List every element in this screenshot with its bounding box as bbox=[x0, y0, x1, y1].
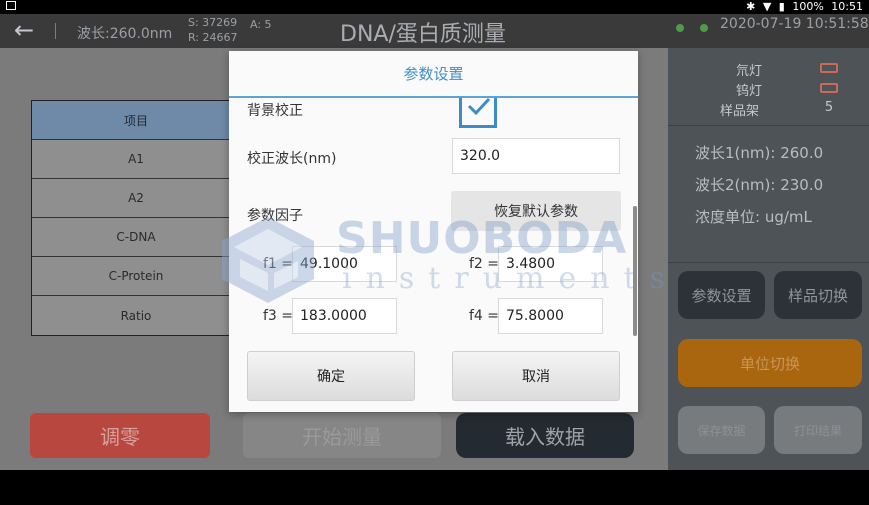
save-data-button[interactable]: 保存数据 bbox=[678, 406, 765, 454]
wavelength1-info: 波长1(nm): 260.0 bbox=[695, 144, 824, 162]
sample-holder-row: 样品架 5 bbox=[708, 100, 858, 119]
r-value: R: 24667 bbox=[188, 31, 238, 44]
sample-holder-label: 样品架 bbox=[720, 104, 760, 119]
page-title: DNA/蛋白质测量 bbox=[340, 22, 506, 47]
correction-wavelength-input[interactable]: 320.0 bbox=[452, 138, 620, 174]
wavelength-readout: 波长:260.0nm bbox=[77, 26, 173, 42]
result-table: 项目 A1 A2 C-DNA C-Protein Ratio bbox=[31, 100, 241, 336]
wifi-icon: ▼ bbox=[762, 0, 772, 13]
app-screen: ✱ ▼ ▮ 100% 10:51 ← 波长:260.0nm S: 37269 R… bbox=[0, 0, 869, 470]
ok-button[interactable]: 确定 bbox=[247, 351, 415, 401]
datetime: 2020-07-19 10:51:58 bbox=[720, 16, 869, 32]
f2-input[interactable]: 3.4800 bbox=[498, 246, 603, 282]
table-row: Ratio bbox=[32, 296, 240, 335]
sample-holder-value: 5 bbox=[824, 100, 834, 115]
navigation-bar bbox=[0, 470, 869, 505]
signal-readout: S: 37269 R: 24667 bbox=[188, 15, 238, 45]
dialog-body: 背景校正 校正波长(nm) 320.0 参数因子 恢复默认参数 f1 = 49.… bbox=[229, 98, 638, 412]
battery-icon: ▮ bbox=[778, 0, 785, 13]
wavelength2-info: 波长2(nm): 230.0 bbox=[695, 176, 824, 194]
background-correction-checkbox[interactable] bbox=[459, 98, 497, 128]
lamp-status-box: 氘灯 钨灯 样品架 5 bbox=[668, 48, 869, 126]
tungsten-lamp-label: 钨灯 bbox=[736, 84, 763, 99]
param-settings-button[interactable]: 参数设置 bbox=[678, 271, 765, 319]
app-header: ← 波长:260.0nm S: 37269 R: 24667 A: 5 DNA/… bbox=[0, 14, 869, 48]
lamp-status-icon bbox=[820, 83, 838, 93]
f3-input[interactable]: 183.0000 bbox=[292, 298, 397, 334]
correction-wavelength-label: 校正波长(nm) bbox=[247, 151, 337, 167]
dialog-scrollbar[interactable] bbox=[633, 206, 637, 336]
absorbance-readout: A: 5 bbox=[250, 18, 272, 31]
factors-label: 参数因子 bbox=[247, 208, 303, 224]
status-bar: ✱ ▼ ▮ 100% 10:51 bbox=[0, 0, 869, 14]
s-value: S: 37269 bbox=[188, 16, 238, 29]
cancel-button[interactable]: 取消 bbox=[452, 351, 620, 401]
zero-button[interactable]: 调零 bbox=[30, 413, 210, 458]
background-correction-label: 背景校正 bbox=[247, 103, 303, 119]
wifi-status-icon bbox=[676, 24, 684, 32]
f1-input[interactable]: 49.1000 bbox=[292, 246, 397, 282]
param-settings-dialog: 参数设置 背景校正 校正波长(nm) 320.0 参数因子 恢复默认参数 f1 … bbox=[229, 51, 638, 412]
f2-label: f2 = bbox=[469, 256, 500, 272]
tungsten-lamp-row: 钨灯 bbox=[708, 80, 858, 99]
unit-switch-button[interactable]: 单位切换 bbox=[678, 339, 862, 387]
checkmark-icon bbox=[467, 98, 491, 116]
status-bar-right: ✱ ▼ ▮ 100% 10:51 bbox=[742, 0, 863, 14]
battery-level: 100% bbox=[792, 0, 824, 13]
f4-label: f4 = bbox=[469, 308, 500, 324]
side-panel: 氘灯 钨灯 样品架 5 波长1(nm): 260.0 波长2(nm): 230.… bbox=[668, 48, 869, 470]
table-row: A2 bbox=[32, 179, 240, 218]
clock: 10:51 bbox=[831, 0, 863, 13]
table-row: C-DNA bbox=[32, 218, 240, 257]
connection-status-icon bbox=[700, 24, 708, 32]
lamp-status-icon bbox=[820, 63, 838, 73]
image-notification-icon bbox=[6, 1, 16, 10]
load-data-button[interactable]: 载入数据 bbox=[456, 413, 634, 458]
deuterium-lamp-label: 氘灯 bbox=[736, 64, 763, 79]
f1-label: f1 = bbox=[263, 256, 294, 272]
print-result-button[interactable]: 打印结果 bbox=[774, 406, 862, 454]
restore-defaults-button[interactable]: 恢复默认参数 bbox=[451, 191, 621, 231]
back-arrow-icon[interactable]: ← bbox=[10, 17, 38, 45]
start-measure-button[interactable]: 开始测量 bbox=[243, 413, 441, 458]
bluetooth-icon: ✱ bbox=[746, 0, 756, 13]
header-divider bbox=[55, 23, 56, 39]
deuterium-lamp-row: 氘灯 bbox=[708, 60, 858, 79]
table-row: C-Protein bbox=[32, 257, 240, 296]
dialog-title: 参数设置 bbox=[403, 65, 464, 83]
f3-label: f3 = bbox=[263, 308, 294, 324]
table-header: 项目 bbox=[32, 101, 240, 140]
f4-input[interactable]: 75.8000 bbox=[498, 298, 603, 334]
conc-unit-info: 浓度单位: ug/mL bbox=[695, 208, 812, 226]
measurement-info: 波长1(nm): 260.0 波长2(nm): 230.0 浓度单位: ug/m… bbox=[668, 128, 869, 263]
sample-switch-button[interactable]: 样品切换 bbox=[774, 271, 862, 319]
table-row: A1 bbox=[32, 140, 240, 179]
